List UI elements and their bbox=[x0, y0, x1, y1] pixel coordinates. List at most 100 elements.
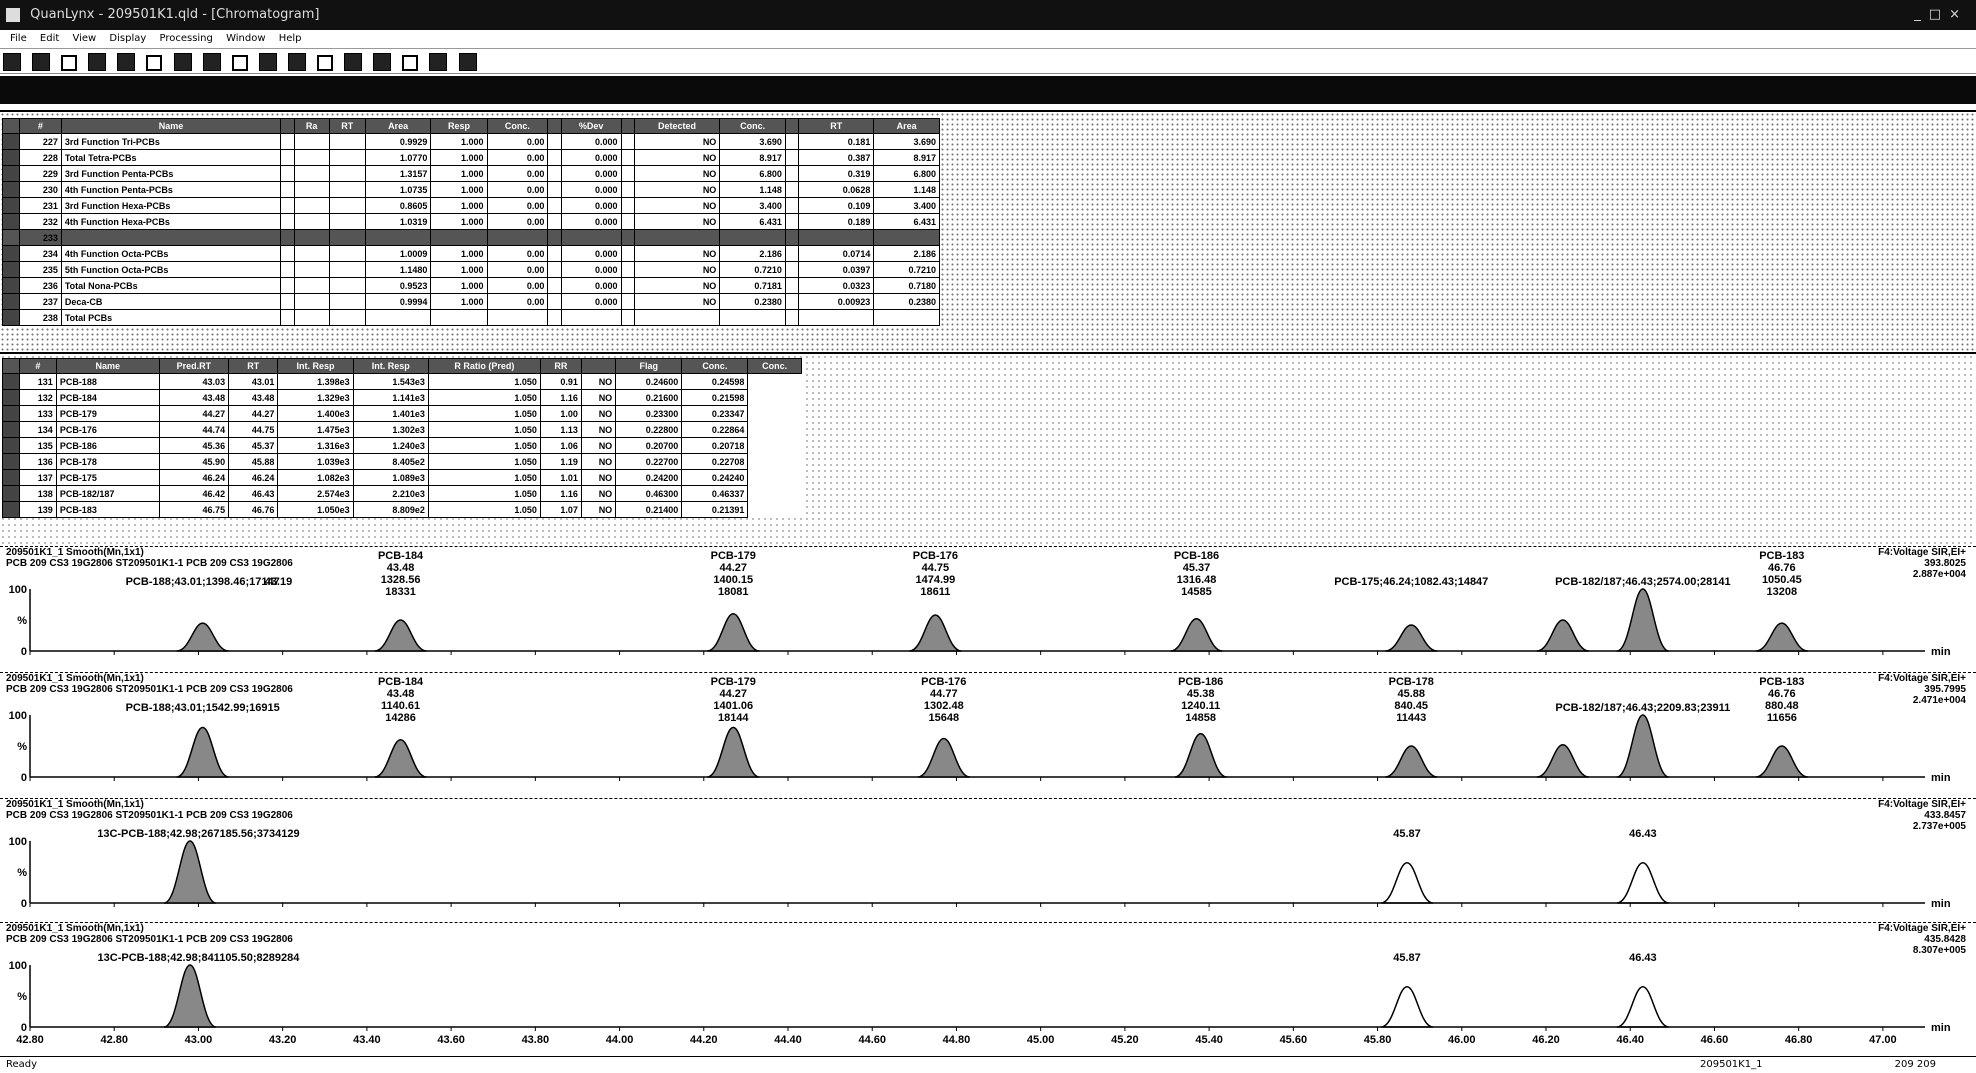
column-header[interactable]: # bbox=[19, 118, 62, 134]
peak-area[interactable] bbox=[1170, 618, 1223, 652]
column-header[interactable]: RT bbox=[798, 118, 875, 134]
print-icon[interactable] bbox=[61, 55, 78, 71]
filter-icon[interactable] bbox=[402, 55, 419, 71]
peak-area[interactable] bbox=[1755, 745, 1808, 778]
table-row[interactable]: 233 bbox=[2, 229, 940, 246]
peak-area[interactable] bbox=[163, 964, 217, 1028]
table-row[interactable]: 131 PCB-188 43.03 43.01 1.398e3 1.543e3 1.050 0… bbox=[2, 373, 802, 390]
table-row[interactable]: 228 Total Tetra-PCBs 1.0770 1.000 0.00 0.000 N… bbox=[2, 149, 940, 166]
compound-summary-table[interactable]: # Name Ra RT Area Resp Conc. %Dev Detected Conc. R… bbox=[2, 118, 940, 326]
maximize-icon[interactable]: □ bbox=[1929, 7, 1949, 22]
column-header[interactable]: Detected bbox=[633, 118, 721, 134]
grid-icon[interactable] bbox=[317, 55, 334, 71]
table-row[interactable]: 238 Total PCBs bbox=[2, 309, 940, 326]
peak-results-table[interactable]: # Name Pred.RT RT Int. Resp Int. Resp R Ratio … bbox=[2, 358, 802, 518]
peak-area[interactable] bbox=[1536, 744, 1590, 778]
peak-area[interactable] bbox=[374, 739, 427, 778]
column-header[interactable] bbox=[280, 118, 295, 134]
row-selector[interactable] bbox=[2, 389, 20, 406]
peak-outline[interactable] bbox=[1380, 861, 1434, 904]
column-header[interactable]: Area bbox=[364, 118, 432, 134]
table-row[interactable]: 231 3rd Function Hexa-PCBs 0.8605 1.000 0.00… bbox=[2, 197, 940, 214]
column-header[interactable]: Conc. bbox=[681, 358, 749, 374]
prev-icon[interactable] bbox=[173, 53, 192, 71]
table-row[interactable]: 132 PCB-184 43.48 43.48 1.329e3 1.141e3 1.050 1… bbox=[2, 389, 802, 406]
peak-outline[interactable] bbox=[1616, 985, 1670, 1028]
peak-area[interactable] bbox=[1385, 745, 1438, 778]
peak-area[interactable] bbox=[909, 614, 962, 652]
column-header[interactable]: # bbox=[19, 358, 57, 374]
menu-processing[interactable]: Processing bbox=[159, 33, 212, 44]
row-selector[interactable] bbox=[2, 245, 20, 262]
row-selector[interactable] bbox=[2, 261, 20, 278]
column-header[interactable]: R Ratio (Pred) bbox=[427, 358, 541, 374]
column-header[interactable] bbox=[784, 118, 800, 134]
row-selector[interactable] bbox=[2, 277, 20, 294]
menu-file[interactable]: File bbox=[10, 33, 27, 44]
row-selector[interactable] bbox=[2, 133, 20, 150]
table-row[interactable]: 232 4th Function Hexa-PCBs 1.0319 1.000 0.00… bbox=[2, 213, 940, 230]
row-selector[interactable] bbox=[2, 149, 20, 166]
row-selector[interactable] bbox=[2, 421, 20, 438]
row-selector[interactable] bbox=[2, 501, 20, 518]
peak-area[interactable] bbox=[1385, 624, 1438, 652]
column-header[interactable]: Conc. bbox=[747, 358, 802, 374]
copy-icon[interactable] bbox=[88, 53, 107, 71]
menu-display[interactable]: Display bbox=[109, 33, 146, 44]
peak-area[interactable] bbox=[1616, 588, 1670, 652]
column-header[interactable]: Conc. bbox=[486, 118, 549, 134]
table-row[interactable]: 133 PCB-179 44.27 44.27 1.400e3 1.401e3 1.050 1… bbox=[2, 405, 802, 422]
column-header[interactable]: Conc. bbox=[719, 118, 786, 134]
row-selector[interactable] bbox=[2, 213, 20, 230]
peak-area[interactable] bbox=[1616, 714, 1670, 778]
trace-plot[interactable]: 100% 0 min 13C-PCB-188;42.98;267185.56;3734… bbox=[0, 799, 1976, 923]
table-row[interactable]: 235 5th Function Octa-PCBs 1.1480 1.000 0.00… bbox=[2, 261, 940, 278]
table-row[interactable]: 230 4th Function Penta-PCBs 1.0735 1.000 0.0… bbox=[2, 181, 940, 198]
menu-view[interactable]: View bbox=[72, 33, 96, 44]
table-row[interactable]: 227 3rd Function Tri-PCBs 0.9929 1.000 0.00 0… bbox=[2, 133, 940, 150]
column-header[interactable] bbox=[547, 118, 562, 134]
row-selector[interactable] bbox=[2, 437, 20, 454]
row-selector[interactable] bbox=[2, 405, 20, 422]
table-row[interactable]: 229 3rd Function Penta-PCBs 1.3157 1.000 0.0… bbox=[2, 165, 940, 182]
minimize-icon[interactable]: _ bbox=[1914, 7, 1929, 22]
open-icon[interactable] bbox=[3, 53, 21, 71]
column-header[interactable] bbox=[620, 118, 635, 134]
chromatogram-trace[interactable]: 209501K1_1 Smooth(Mn,1x1) PCB 209 CS3 19G… bbox=[0, 672, 1976, 797]
column-header[interactable]: Name bbox=[60, 118, 282, 134]
report-icon[interactable] bbox=[373, 53, 392, 71]
peak-outline[interactable] bbox=[1380, 985, 1434, 1028]
column-header[interactable]: Pred.RT bbox=[158, 358, 230, 374]
row-selector[interactable] bbox=[2, 181, 20, 198]
table-icon[interactable] bbox=[344, 53, 363, 71]
zoom-icon[interactable] bbox=[146, 55, 163, 71]
row-selector[interactable] bbox=[2, 197, 20, 214]
menu-window[interactable]: Window bbox=[226, 33, 265, 44]
row-selector[interactable] bbox=[2, 165, 20, 182]
table-row[interactable]: 137 PCB-175 46.24 46.24 1.082e3 1.089e3 1.050 1… bbox=[2, 469, 802, 486]
column-header[interactable]: Int. Resp bbox=[352, 358, 429, 374]
peak-area[interactable] bbox=[917, 737, 971, 778]
scale-icon[interactable] bbox=[287, 53, 306, 71]
save-icon[interactable] bbox=[32, 53, 51, 71]
settings-icon[interactable] bbox=[429, 53, 448, 71]
column-header[interactable]: RT bbox=[228, 358, 279, 374]
row-selector[interactable] bbox=[2, 485, 20, 502]
row-selector[interactable] bbox=[2, 469, 20, 486]
table-row[interactable]: 236 Total Nona-PCBs 0.9523 1.000 0.00 0.000 NO… bbox=[2, 277, 940, 294]
chromatogram-trace[interactable]: 209501K1_1 Smooth(Mn,1x1) PCB 209 CS3 19G… bbox=[0, 546, 1976, 671]
chromatogram-trace[interactable]: 209501K1_1 Smooth(Mn,1x1) PCB 209 CS3 19G… bbox=[0, 798, 1976, 923]
peak-area[interactable] bbox=[707, 613, 760, 652]
next-icon[interactable] bbox=[202, 53, 221, 71]
column-header[interactable]: Ra bbox=[293, 118, 330, 134]
peak-area[interactable] bbox=[1755, 622, 1808, 652]
table-row[interactable]: 135 PCB-186 45.36 45.37 1.316e3 1.240e3 1.050 1… bbox=[2, 437, 802, 454]
peak-area[interactable] bbox=[707, 726, 760, 778]
table-row[interactable]: 237 Deca-CB 0.9994 1.000 0.00 0.000 NO 0.2380 0.… bbox=[2, 293, 940, 310]
row-selector[interactable] bbox=[2, 373, 20, 390]
table-row[interactable]: 139 PCB-183 46.75 46.76 1.050e3 8.809e2 1.050 1… bbox=[2, 501, 802, 518]
menu-help[interactable]: Help bbox=[279, 33, 302, 44]
column-header[interactable] bbox=[580, 358, 617, 374]
table-row[interactable]: 138 PCB-182/187 46.42 46.43 2.574e3 2.210e3 1.… bbox=[2, 485, 802, 502]
peak-area[interactable] bbox=[176, 622, 229, 652]
